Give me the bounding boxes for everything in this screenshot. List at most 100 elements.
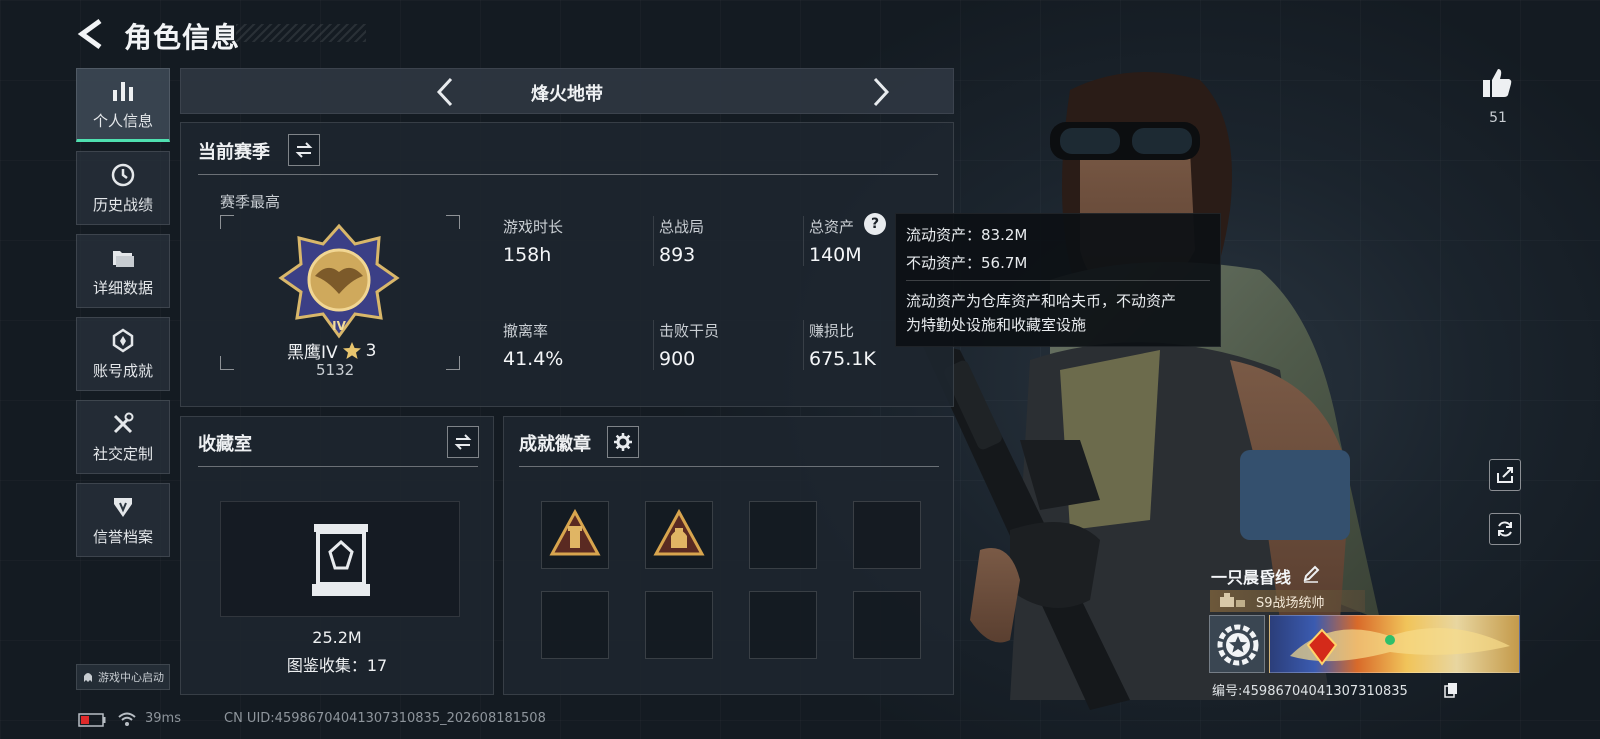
- badges-divider: [519, 466, 939, 467]
- star-icon: [342, 341, 361, 359]
- mode-selector: 烽火地带: [180, 68, 954, 114]
- mode-name: 烽火地带: [531, 84, 603, 105]
- rank-name: 黑鹰IV: [287, 343, 338, 363]
- refresh-icon: [1498, 521, 1512, 537]
- likes-count: 51: [1489, 110, 1507, 126]
- rank-numeral: IV: [332, 319, 346, 333]
- achievement-icon: [112, 327, 134, 353]
- sidebar-item-match-history[interactable]: 历史战绩: [76, 151, 170, 225]
- badge-slot[interactable]: [541, 591, 609, 659]
- stat-label: 撤离率: [503, 322, 549, 340]
- chevron-right-icon[interactable]: [865, 75, 895, 109]
- tools-icon: [113, 412, 134, 433]
- stat-divider: [803, 216, 804, 266]
- launch-label: 游戏中心启动: [98, 671, 164, 684]
- badge-slot[interactable]: [853, 591, 921, 659]
- thumbs-up-icon[interactable]: [1480, 66, 1514, 100]
- sidebar-item-label: 社交定制: [92, 444, 153, 463]
- stat-divider: [803, 320, 804, 370]
- badge-slot[interactable]: [749, 501, 817, 569]
- ghost-icon: [84, 673, 92, 682]
- tooltip-description-line: 为特勤处设施和收藏室设施: [906, 316, 1087, 334]
- share-button[interactable]: [1489, 459, 1521, 491]
- share-icon: [1497, 467, 1513, 483]
- sidebar-item-social-custom[interactable]: 社交定制: [76, 400, 170, 474]
- collection-switch-button[interactable]: [447, 426, 479, 458]
- sidebar-item-personal-info[interactable]: 个人信息: [76, 68, 170, 142]
- stat-value: 140M: [809, 244, 862, 266]
- rank-name-row: 黑鹰IV 3: [287, 338, 377, 364]
- badge-gold-triangle-icon: [549, 508, 601, 556]
- sidebar-item-label: 账号成就: [92, 361, 153, 380]
- badge-slot[interactable]: [853, 501, 921, 569]
- edit-pencil-icon[interactable]: [1302, 565, 1320, 583]
- copy-icon[interactable]: [1444, 682, 1458, 698]
- title-plate-text: S9战场统帅: [1256, 595, 1325, 611]
- stat-label: 赚损比: [809, 322, 855, 340]
- badges-settings-button[interactable]: [607, 426, 639, 458]
- title-plate: S9战场统帅: [1210, 590, 1365, 612]
- tooltip-fixed-assets: 不动资产：56.7M: [906, 254, 1028, 272]
- sidebar-item-label: 个人信息: [92, 111, 153, 130]
- collection-divider: [198, 466, 478, 467]
- title-plate-emblem-icon: [1220, 593, 1245, 607]
- clock-icon: [111, 163, 135, 186]
- gear-star-emblem-icon: [1217, 624, 1259, 666]
- swap-icon: [295, 142, 313, 158]
- sidebar-item-account-achievements[interactable]: 账号成就: [76, 317, 170, 391]
- swap-icon: [454, 434, 472, 450]
- shield-icon: [114, 497, 132, 517]
- badge-gold-triangle-icon: [653, 508, 705, 556]
- tooltip-description-line: 流动资产为仓库资产和哈夫币，不动资产: [906, 292, 1177, 310]
- badge-slot[interactable]: [645, 591, 713, 659]
- page-title: 角色信息: [124, 21, 241, 54]
- collection-preview[interactable]: [220, 501, 460, 617]
- player-id-text: 编号:45986704041307310835: [1212, 684, 1408, 699]
- stat-divider: [653, 320, 654, 370]
- uid-text: CN UID:45986704041307310835_202608181508: [224, 711, 546, 726]
- player-id: 编号:45986704041307310835: [1212, 680, 1408, 699]
- tooltip-divider: [906, 280, 1210, 281]
- bar-chart-icon: [113, 81, 133, 101]
- sidebar-item-credit-record[interactable]: 信誉档案: [76, 483, 170, 557]
- stat-value: 675.1K: [809, 348, 876, 370]
- stat-label: 游戏时长: [503, 218, 564, 236]
- collection-value: 25.2M: [312, 628, 362, 647]
- display-case-icon: [312, 524, 370, 596]
- sidebar-item-label: 历史战绩: [92, 195, 153, 214]
- stat-value: 893: [659, 244, 696, 266]
- player-banner[interactable]: [1269, 615, 1520, 673]
- help-icon[interactable]: ?: [864, 213, 886, 235]
- game-center-launch-chip[interactable]: 游戏中心启动: [76, 664, 170, 690]
- badges-title: 成就徽章: [519, 434, 591, 455]
- sidebar-item-detailed-data[interactable]: 详细数据: [76, 234, 170, 308]
- winged-gem-banner-icon: [1290, 628, 1510, 666]
- badge-slot[interactable]: [645, 501, 713, 569]
- title-decoration: [236, 24, 366, 42]
- back-arrow-icon[interactable]: [76, 18, 106, 50]
- season-switch-button[interactable]: [288, 134, 320, 166]
- stat-value: 158h: [503, 244, 552, 266]
- black-hawk-rank-emblem-icon: IV: [278, 223, 400, 339]
- collection-title: 收藏室: [198, 434, 252, 455]
- network-ping: 39ms: [145, 711, 181, 726]
- refresh-button[interactable]: [1489, 513, 1521, 545]
- tooltip-liquid-assets: 流动资产：83.2M: [906, 226, 1028, 244]
- sidebar-item-label: 详细数据: [92, 278, 153, 297]
- rank-score: 5132: [316, 361, 355, 379]
- stat-value: 41.4%: [503, 348, 564, 370]
- assets-tooltip: 流动资产：83.2M 不动资产：56.7M 流动资产为仓库资产和哈夫币，不动资产…: [895, 213, 1221, 347]
- sidebar-item-label: 信誉档案: [92, 527, 153, 546]
- season-title: 当前赛季: [198, 142, 270, 163]
- badge-slot[interactable]: [541, 501, 609, 569]
- stat-value: 900: [659, 348, 696, 370]
- player-emblem[interactable]: [1209, 615, 1265, 673]
- gear-icon: [614, 433, 632, 451]
- wifi-icon: [118, 712, 136, 726]
- stat-label: 总战局: [659, 218, 705, 236]
- badge-slot[interactable]: [749, 591, 817, 659]
- stat-divider: [653, 216, 654, 266]
- battery-icon: [78, 713, 106, 727]
- rank-stars: 3: [365, 340, 377, 361]
- character-portrait: [920, 72, 1380, 710]
